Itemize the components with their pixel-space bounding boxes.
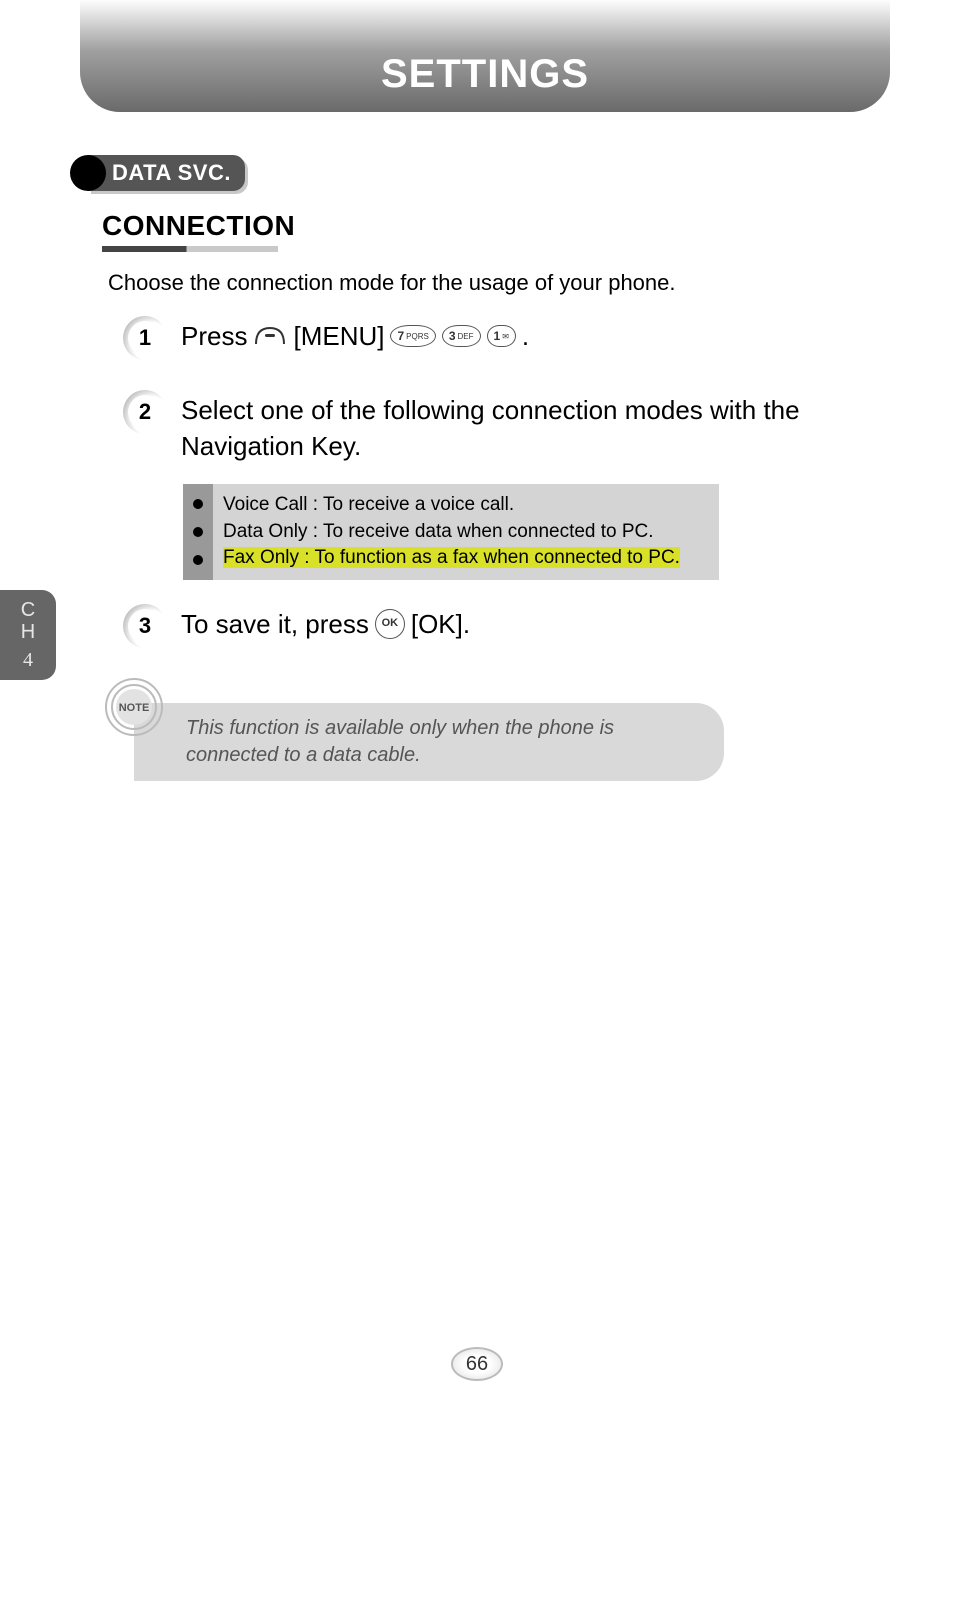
step-3-number: 3 xyxy=(128,609,162,643)
section-badge: DATA SVC. xyxy=(70,155,245,191)
page-title: SETTINGS xyxy=(381,52,589,97)
options-box: Voice Call : To receive a voice call. Da… xyxy=(183,484,719,580)
options-bullet-strip xyxy=(183,484,213,580)
step-1-menu: [MENU] xyxy=(293,318,384,354)
options-content: Voice Call : To receive a voice call. Da… xyxy=(213,484,719,580)
step-1-dot: . xyxy=(522,318,529,354)
step-1-badge: 1 xyxy=(125,318,165,358)
header-tab: SETTINGS xyxy=(80,0,890,112)
option-data-only: Data Only : To receive data when connect… xyxy=(223,519,709,546)
option-fax-only: Fax Only : To function as a fax when con… xyxy=(223,547,680,568)
page-number-text: 66 xyxy=(466,1353,488,1376)
step-2-badge: 2 xyxy=(125,392,165,432)
step-2-number: 2 xyxy=(128,395,162,429)
step-1: 1 Press [MENU] 7PQRS 3DEF 1✉ . xyxy=(125,318,529,358)
key-7-icon: 7PQRS xyxy=(390,325,435,347)
chapter-tab: C H 4 xyxy=(0,590,56,680)
ok-key-icon: OK xyxy=(375,609,405,639)
step-1-number: 1 xyxy=(128,321,162,355)
note-text: This function is available only when the… xyxy=(134,703,724,781)
bullet-icon xyxy=(193,499,203,509)
subsection-underline xyxy=(102,246,278,252)
page-number: 66 xyxy=(0,1344,954,1384)
step-3: 3 To save it, press OK [OK]. xyxy=(125,606,470,646)
note-block: NOTE This function is available only whe… xyxy=(104,677,724,781)
chapter-number: 4 xyxy=(23,649,33,671)
note-icon: NOTE xyxy=(104,677,164,737)
subsection-title: CONNECTION xyxy=(102,210,295,246)
step-3-badge: 3 xyxy=(125,606,165,646)
svg-text:NOTE: NOTE xyxy=(119,702,150,714)
intro-text: Choose the connection mode for the usage… xyxy=(108,270,676,296)
step-2: 2 Select one of the following connection… xyxy=(125,392,865,465)
softkey-icon xyxy=(253,323,287,349)
bullet-icon xyxy=(193,527,203,537)
step-1-text: Press [MENU] 7PQRS 3DEF 1✉ . xyxy=(181,318,529,354)
step-3-pre: To save it, press xyxy=(181,606,369,642)
option-voice-call: Voice Call : To receive a voice call. xyxy=(223,492,709,519)
step-3-ok: [OK]. xyxy=(411,606,470,642)
section-pill: DATA SVC. xyxy=(88,155,245,191)
section-dot-icon xyxy=(70,155,106,191)
chapter-h: H xyxy=(21,621,35,643)
bullet-icon xyxy=(193,555,203,565)
chapter-c: C xyxy=(21,599,35,621)
step-1-pre: Press xyxy=(181,318,247,354)
step-2-text: Select one of the following connection m… xyxy=(181,392,865,465)
key-1-icon: 1✉ xyxy=(487,325,516,347)
subsection-heading: CONNECTION xyxy=(102,210,295,252)
step-3-text: To save it, press OK [OK]. xyxy=(181,606,470,642)
section-label: DATA SVC. xyxy=(112,160,231,186)
key-3-icon: 3DEF xyxy=(442,325,481,347)
